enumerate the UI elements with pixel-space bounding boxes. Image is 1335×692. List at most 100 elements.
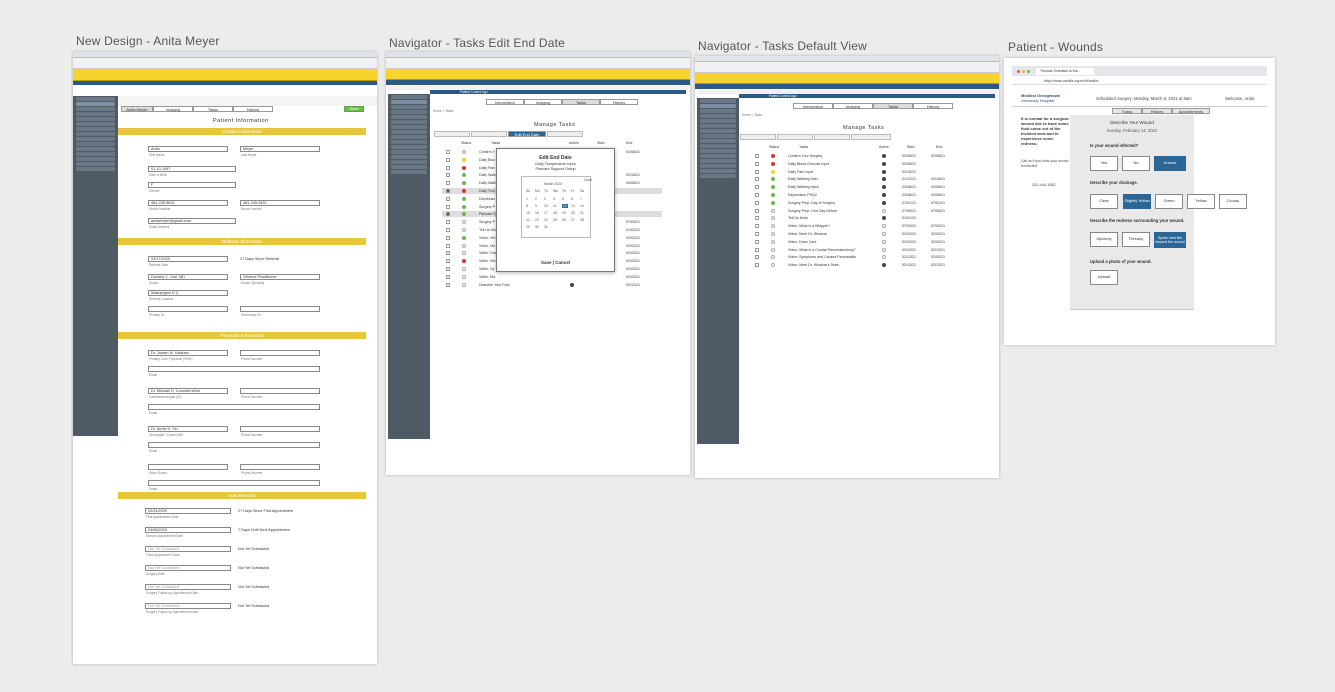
calendar-day[interactable]: 19 <box>562 211 566 215</box>
active-dot[interactable] <box>882 232 886 236</box>
calendar-day[interactable]: 25 <box>553 218 557 222</box>
calendar-day[interactable]: 11 <box>553 204 557 208</box>
row-checkbox[interactable] <box>446 235 450 240</box>
row-checkbox[interactable] <box>446 150 450 154</box>
phone-number[interactable]: 202-444-1082 <box>1032 183 1056 187</box>
url-bar[interactable]: https://www.medila.org/en/rlt/hwflw/ <box>1044 78 1204 84</box>
drainage-clear[interactable]: Clear <box>1090 194 1118 209</box>
physician-email-field[interactable] <box>148 480 320 486</box>
physician-email-field[interactable] <box>148 442 320 448</box>
tab-anita-meyer[interactable]: Anita Meyer <box>121 106 153 112</box>
physician-email-field[interactable] <box>148 404 320 410</box>
row-checkbox[interactable] <box>446 173 450 178</box>
calendar-day[interactable]: 28 <box>580 218 584 222</box>
row-checkbox[interactable] <box>755 239 759 244</box>
drainage-yellow[interactable]: Yellow <box>1187 194 1215 209</box>
calendar-day[interactable]: 27 <box>571 218 575 222</box>
table-row[interactable]: Video: What is a Whipple? 07/03/21 07/03/2… <box>751 223 983 229</box>
table-row[interactable]: Surgery Prep: One Day Before 07/05/21 07/0… <box>751 208 983 214</box>
secondary-dx-field[interactable] <box>240 306 320 312</box>
table-row[interactable]: Describe Your Pain 02/12/21 <box>442 282 662 288</box>
calendar-day[interactable]: 1 <box>526 197 528 201</box>
active-dot[interactable] <box>882 185 886 190</box>
email-field[interactable]: anitameyer@gmail.com <box>148 218 236 224</box>
calendar-day[interactable]: 31 <box>544 225 548 229</box>
calendar-day[interactable]: 13 <box>571 204 575 208</box>
tab-appointments[interactable]: Appointments <box>1172 108 1210 114</box>
table-row[interactable]: Video: Meet Dr. Winslow 02/03/21 02/03/21 <box>751 231 983 237</box>
table-row[interactable]: Tell Us More 01/01/21 <box>751 215 983 221</box>
calendar-day[interactable]: 21 <box>580 211 584 215</box>
table-row[interactable]: Daily Pain Input 02/15/21 <box>751 169 983 175</box>
table-row[interactable]: Surgery Prep: Day of Surgery 07/01/21 07/0… <box>751 200 983 206</box>
active-dot[interactable] <box>882 169 886 174</box>
tab-history[interactable]: History <box>1142 108 1172 114</box>
referral-date-field[interactable]: 03/17/2020 <box>148 256 228 262</box>
calendar-day[interactable]: 2 <box>535 197 537 201</box>
active-dot[interactable] <box>882 216 886 221</box>
redness-thready[interactable]: Thready <box>1122 232 1150 247</box>
active-dot[interactable] <box>882 200 886 205</box>
active-dot[interactable] <box>882 208 886 213</box>
active-dot[interactable] <box>882 154 886 158</box>
calendar-day[interactable]: 12 <box>562 204 568 208</box>
row-checkbox[interactable] <box>446 157 450 162</box>
row-checkbox[interactable] <box>755 263 759 268</box>
dob-field[interactable]: 01-10-1947 <box>148 166 236 172</box>
tab-imaging[interactable]: Imaging <box>153 106 193 112</box>
calendar-day[interactable]: 17 <box>544 211 548 215</box>
doctor-field[interactable]: Dorothy C. Gail, MD <box>148 274 228 280</box>
row-checkbox[interactable] <box>755 200 759 205</box>
table-row[interactable]: Confirm Your Surgery 02/08/21 02/08/21 <box>751 153 983 159</box>
physician-phone-field[interactable] <box>240 350 320 356</box>
browser-tab[interactable]: Thomas Schmalzi to Ma... <box>1036 68 1094 75</box>
row-checkbox[interactable] <box>755 255 759 260</box>
upload-button[interactable]: Upload <box>1090 270 1118 285</box>
infected-no[interactable]: No <box>1122 156 1150 171</box>
active-dot[interactable] <box>882 247 886 252</box>
row-checkbox[interactable] <box>755 161 759 166</box>
tab-information[interactable]: Information <box>486 99 524 105</box>
row-checkbox[interactable] <box>755 169 759 174</box>
calendar-day[interactable]: 23 <box>535 218 539 222</box>
calendar-day[interactable]: 7 <box>580 197 582 201</box>
tab-tasks[interactable]: Tasks <box>562 99 600 105</box>
table-row[interactable]: Video: Meet Dr. Winslow's Team 02/13/21 02… <box>751 262 983 268</box>
primary-dx-field[interactable] <box>148 306 228 312</box>
table-row[interactable]: Video: Ma 02/03/21 <box>442 274 662 280</box>
calendar-day[interactable]: 24 <box>544 218 548 222</box>
calendar-day[interactable]: 4 <box>553 197 555 201</box>
appointment-field[interactable]: Not Yet Scheduled <box>145 603 231 609</box>
appointment-field[interactable]: 03/08/2020 <box>145 527 231 533</box>
calendar-day[interactable]: 22 <box>526 218 530 222</box>
row-checkbox[interactable] <box>755 232 759 236</box>
redness-splotchy[interactable]: Splotchy <box>1090 232 1118 247</box>
calendar-day[interactable]: 30 <box>535 225 539 229</box>
physician-phone-field[interactable] <box>240 464 320 470</box>
home-phone-field[interactable]: 481-245-9432 <box>240 200 320 206</box>
row-checkbox[interactable] <box>446 181 450 186</box>
table-row[interactable]: Daily Blood Glucose Input 02/08/21 <box>751 161 983 167</box>
location-field[interactable]: Washington D.C. <box>148 290 228 296</box>
calendar-day[interactable]: 3 <box>544 197 546 201</box>
table-row[interactable]: Daily Walking Input 02/08/21 04/08/21 <box>751 184 983 190</box>
calendar-day[interactable]: 26 <box>562 218 566 222</box>
table-row[interactable]: Video: What is a Central Pancreatectomy?… <box>751 247 983 253</box>
last-name-field[interactable]: Meyer <box>240 146 320 152</box>
row-checkbox[interactable] <box>755 208 759 213</box>
tab-imaging[interactable]: Imaging <box>833 103 873 109</box>
specialty-field[interactable]: General Practitioner <box>240 274 320 280</box>
row-checkbox[interactable] <box>755 177 759 182</box>
row-checkbox[interactable] <box>446 267 450 271</box>
appointment-field[interactable]: Not Yet Scheduled <box>145 565 231 571</box>
row-checkbox[interactable] <box>446 282 450 287</box>
active-dot[interactable] <box>882 193 886 197</box>
redness-spider-web[interactable]: Spider web like beyond the wound <box>1154 232 1186 248</box>
infected-yes[interactable]: Yes <box>1090 156 1118 171</box>
active-dot[interactable] <box>882 263 886 268</box>
calendar-day[interactable]: 29 <box>526 225 530 229</box>
save-cancel[interactable]: Save | Cancel <box>497 260 614 265</box>
infected-unsure[interactable]: Unsure <box>1154 156 1186 171</box>
row-checkbox[interactable] <box>446 165 450 170</box>
calendar-day[interactable]: 10 <box>544 204 548 208</box>
